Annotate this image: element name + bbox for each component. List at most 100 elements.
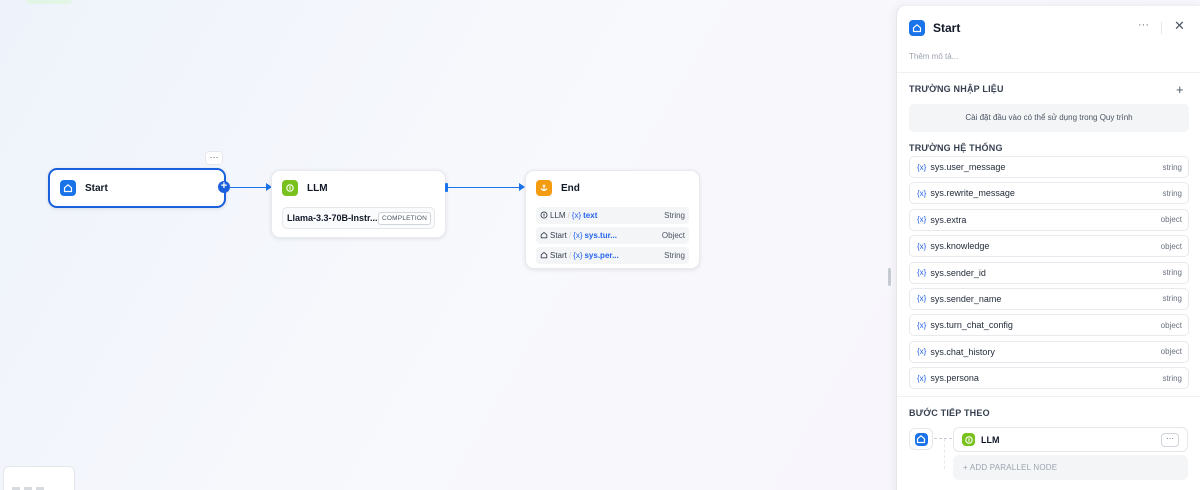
input-section-title: TRƯỜNG NHẬP LIỆU	[909, 84, 1004, 94]
next-step-connector	[934, 438, 952, 439]
field-name: sys.sender_id	[930, 267, 986, 278]
llm-mode-badge: COMPLETION	[378, 211, 431, 225]
system-field-row[interactable]: {x} sys.turn_chat_config object	[909, 314, 1189, 337]
system-field-row[interactable]: {x} sys.knowledge object	[909, 235, 1189, 258]
start-node-add-handle[interactable]: +	[218, 181, 230, 193]
add-input-button[interactable]: +	[1176, 82, 1184, 97]
end-output-row[interactable]: Start / {x} sys.tur... Object	[536, 227, 689, 244]
path-separator: /	[567, 211, 570, 220]
path-separator: /	[568, 231, 572, 240]
field-type: string	[1162, 162, 1182, 172]
header-divider	[1161, 22, 1162, 34]
output-variable: sys.tur...	[584, 231, 617, 240]
panel-title[interactable]: Start	[933, 21, 960, 35]
field-type: string	[1162, 188, 1182, 198]
variable-icon: {x}	[917, 241, 927, 251]
field-type: object	[1160, 241, 1182, 251]
next-step-section-title: BƯỚC TIẾP THEO	[909, 408, 990, 418]
field-name: sys.chat_history	[930, 346, 995, 357]
home-icon	[540, 231, 548, 241]
llm-icon	[540, 211, 548, 221]
next-step-llm[interactable]: LLM ···	[953, 427, 1188, 452]
close-icon[interactable]: ✕	[1174, 18, 1185, 34]
start-node-more-button[interactable]: ···	[205, 151, 223, 165]
start-node[interactable]: Start	[48, 168, 226, 208]
llm-model-name: Llama-3.3-70B-Instr...	[287, 213, 378, 223]
field-type: object	[1160, 215, 1182, 225]
variable-icon: {x}	[571, 211, 582, 220]
system-field-row[interactable]: {x} sys.user_message string	[909, 156, 1189, 178]
output-source: Start	[550, 231, 567, 240]
system-field-row[interactable]: {x} sys.sender_id string	[909, 261, 1189, 284]
node-config-panel: Start ··· ✕ Thêm mô tả... TRƯỜNG NHẬP LI…	[896, 5, 1200, 490]
next-step-label: LLM	[981, 434, 1000, 445]
panel-more-button[interactable]: ···	[1138, 19, 1149, 31]
system-field-row[interactable]: {x} sys.chat_history object	[909, 340, 1189, 363]
home-icon	[60, 180, 76, 196]
next-step-more-button[interactable]: ···	[1161, 432, 1179, 447]
end-output-row[interactable]: LLM / {x} text String	[536, 207, 689, 224]
next-step-connector	[944, 439, 945, 469]
edge-llm-end	[448, 187, 520, 188]
variable-icon: {x}	[573, 251, 583, 260]
output-source: Start	[550, 251, 567, 260]
divider	[897, 396, 1200, 397]
variable-icon: {x}	[917, 294, 927, 304]
divider	[897, 72, 1200, 73]
field-name: sys.extra	[930, 214, 967, 225]
field-type: object	[1160, 320, 1182, 330]
canvas-top-tag	[26, 0, 72, 4]
add-parallel-node-button[interactable]: + ADD PARALLEL NODE	[953, 455, 1188, 480]
home-icon	[540, 251, 548, 261]
path-separator: /	[568, 251, 572, 260]
output-variable: sys.per...	[584, 251, 619, 260]
variable-icon: {x}	[917, 347, 927, 357]
variable-icon: {x}	[573, 231, 583, 240]
field-name: sys.user_message	[930, 162, 1006, 172]
system-field-row[interactable]: {x} sys.extra object	[909, 208, 1189, 231]
output-type: String	[664, 251, 685, 260]
system-field-row[interactable]: {x} sys.rewrite_message string	[909, 182, 1189, 205]
system-section-title: TRƯỜNG HỆ THỐNG	[909, 143, 1003, 153]
field-type: object	[1160, 347, 1182, 357]
system-field-row[interactable]: {x} sys.persona string	[909, 367, 1189, 390]
input-empty-state: Cài đặt đầu vào có thể sử dụng trong Quy…	[909, 104, 1189, 132]
end-node[interactable]: End LLM / {x} text String Start / {x} sy…	[525, 170, 700, 269]
end-node-title: End	[561, 182, 580, 194]
output-variable: text	[583, 211, 598, 220]
llm-node[interactable]: LLM Llama-3.3-70B-Instr... COMPLETION	[271, 170, 446, 238]
llm-icon	[962, 433, 975, 446]
output-type: String	[664, 211, 685, 220]
home-icon	[914, 432, 928, 446]
field-type: string	[1162, 268, 1182, 278]
variable-icon: {x}	[917, 162, 927, 172]
end-output-row[interactable]: Start / {x} sys.per... String	[536, 247, 689, 264]
field-type: string	[1162, 373, 1182, 383]
system-field-row[interactable]: {x} sys.sender_name string	[909, 287, 1189, 310]
variable-icon: {x}	[917, 188, 927, 198]
description-input[interactable]: Thêm mô tả...	[909, 52, 958, 61]
canvas-minimap[interactable]	[3, 466, 75, 490]
system-field-list: {x} sys.user_message string {x} sys.rewrite…	[909, 156, 1189, 394]
llm-icon	[282, 180, 298, 196]
output-source: LLM	[550, 211, 566, 220]
variable-icon: {x}	[917, 373, 927, 383]
start-node-title: Start	[85, 182, 108, 194]
variable-icon: {x}	[917, 268, 927, 278]
field-name: sys.turn_chat_config	[930, 320, 1013, 331]
field-name: sys.sender_name	[930, 293, 1002, 304]
output-type: Object	[661, 231, 685, 240]
field-name: sys.rewrite_message	[930, 188, 1015, 199]
field-name: sys.persona	[930, 373, 979, 384]
variable-icon: {x}	[917, 215, 927, 225]
edge-start-llm	[230, 187, 266, 188]
next-step-source	[909, 428, 933, 450]
home-icon	[909, 20, 925, 36]
llm-model-selector[interactable]: Llama-3.3-70B-Instr... COMPLETION	[282, 207, 435, 229]
field-type: string	[1162, 294, 1182, 304]
field-name: sys.knowledge	[930, 241, 990, 252]
llm-node-title: LLM	[307, 182, 328, 194]
panel-resize-handle[interactable]	[888, 268, 891, 286]
variable-icon: {x}	[917, 320, 927, 330]
end-icon	[536, 180, 552, 196]
